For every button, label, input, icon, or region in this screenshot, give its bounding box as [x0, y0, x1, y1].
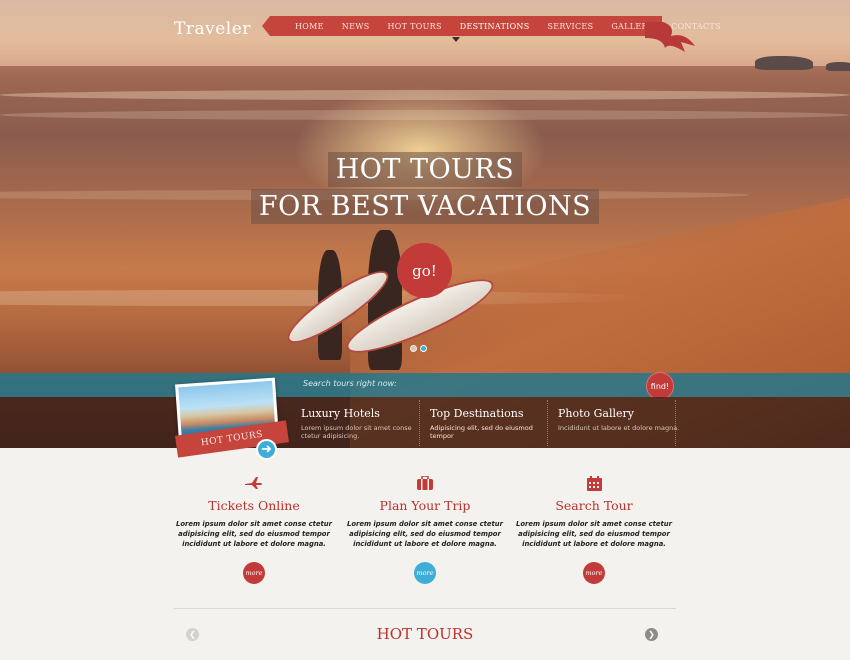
hero-rock: [755, 56, 813, 70]
divider: [547, 400, 548, 446]
service-tickets-online: Tickets Online Lorem ipsum dolor sit ame…: [174, 474, 334, 549]
section-divider: [174, 608, 676, 609]
main-nav: HOME NEWS HOT TOURS DESTINATIONS SERVICE…: [262, 16, 721, 36]
service-title: Tickets Online: [208, 498, 300, 513]
suitcase-icon: [416, 474, 434, 492]
service-title: Plan Your Trip: [379, 498, 471, 513]
search-prompt: Search tours right now:: [303, 379, 397, 388]
nav-item-news[interactable]: NEWS: [333, 22, 379, 31]
feature-text: Lorem ipsum dolor sit amet conse ctetur …: [301, 424, 412, 440]
feature-top-destinations[interactable]: Top Destinations Adipisicing elit, sed d…: [430, 407, 554, 440]
nav-item-services[interactable]: SERVICES: [539, 22, 603, 31]
service-search-tour: Search Tour Lorem ipsum dolor sit amet c…: [514, 474, 674, 549]
logo[interactable]: Traveler: [174, 19, 251, 39]
feature-text: Incididunt ut labore et dolore magna.: [558, 424, 680, 432]
slider-dots: [410, 345, 427, 352]
airplane-icon: [245, 474, 263, 492]
hero-wave: [0, 90, 850, 100]
divider: [419, 400, 420, 446]
feature-luxury-hotels[interactable]: Luxury Hotels Lorem ipsum dolor sit amet…: [301, 407, 425, 440]
service-text: Lorem ipsum dolor sit amet conse ctetur …: [176, 520, 332, 548]
chevron-right-icon[interactable]: ❯: [645, 628, 658, 641]
nav-active-pointer: [452, 37, 460, 42]
service-plan-your-trip: Plan Your Trip Lorem ipsum dolor sit ame…: [345, 474, 505, 549]
service-text: Lorem ipsum dolor sit amet conse ctetur …: [516, 520, 672, 548]
divider: [675, 400, 676, 446]
features-band: [0, 397, 850, 448]
find-button[interactable]: find!: [646, 372, 674, 400]
hero-rock-small: [826, 62, 850, 71]
nav-item-hot-tours[interactable]: HOT TOURS: [379, 22, 451, 31]
feature-title: Luxury Hotels: [301, 407, 380, 420]
nav-item-destinations[interactable]: DESTINATIONS: [451, 22, 539, 31]
slider-dot-active[interactable]: [420, 345, 427, 352]
feature-photo-gallery[interactable]: Photo Gallery Incididunt ut labore et do…: [558, 407, 682, 432]
service-text: Lorem ipsum dolor sit amet conse ctetur …: [347, 520, 503, 548]
slider-dot[interactable]: [410, 345, 417, 352]
more-button[interactable]: more: [583, 562, 605, 584]
nav-item-home[interactable]: HOME: [286, 22, 333, 31]
calendar-icon: [585, 474, 603, 492]
search-bar[interactable]: Search tours right now:: [0, 373, 850, 397]
feature-title: Photo Gallery: [558, 407, 635, 420]
feature-title: Top Destinations: [430, 407, 524, 420]
arrow-right-icon[interactable]: ➜: [256, 439, 277, 460]
more-button[interactable]: more: [243, 562, 265, 584]
hero-headline-line1: HOT TOURS: [0, 152, 850, 187]
hot-tours-heading: HOT TOURS: [376, 625, 474, 643]
feature-text: Adipisicing elit, sed do eiusmod tempor: [430, 424, 533, 440]
more-button[interactable]: more: [414, 562, 436, 584]
hero-wave: [0, 110, 850, 120]
hero-headline-line2: FOR BEST VACATIONS: [0, 189, 850, 224]
go-button[interactable]: go!: [397, 243, 452, 298]
service-title: Search Tour: [555, 498, 633, 513]
ribbon-tail-icon: [645, 22, 695, 52]
